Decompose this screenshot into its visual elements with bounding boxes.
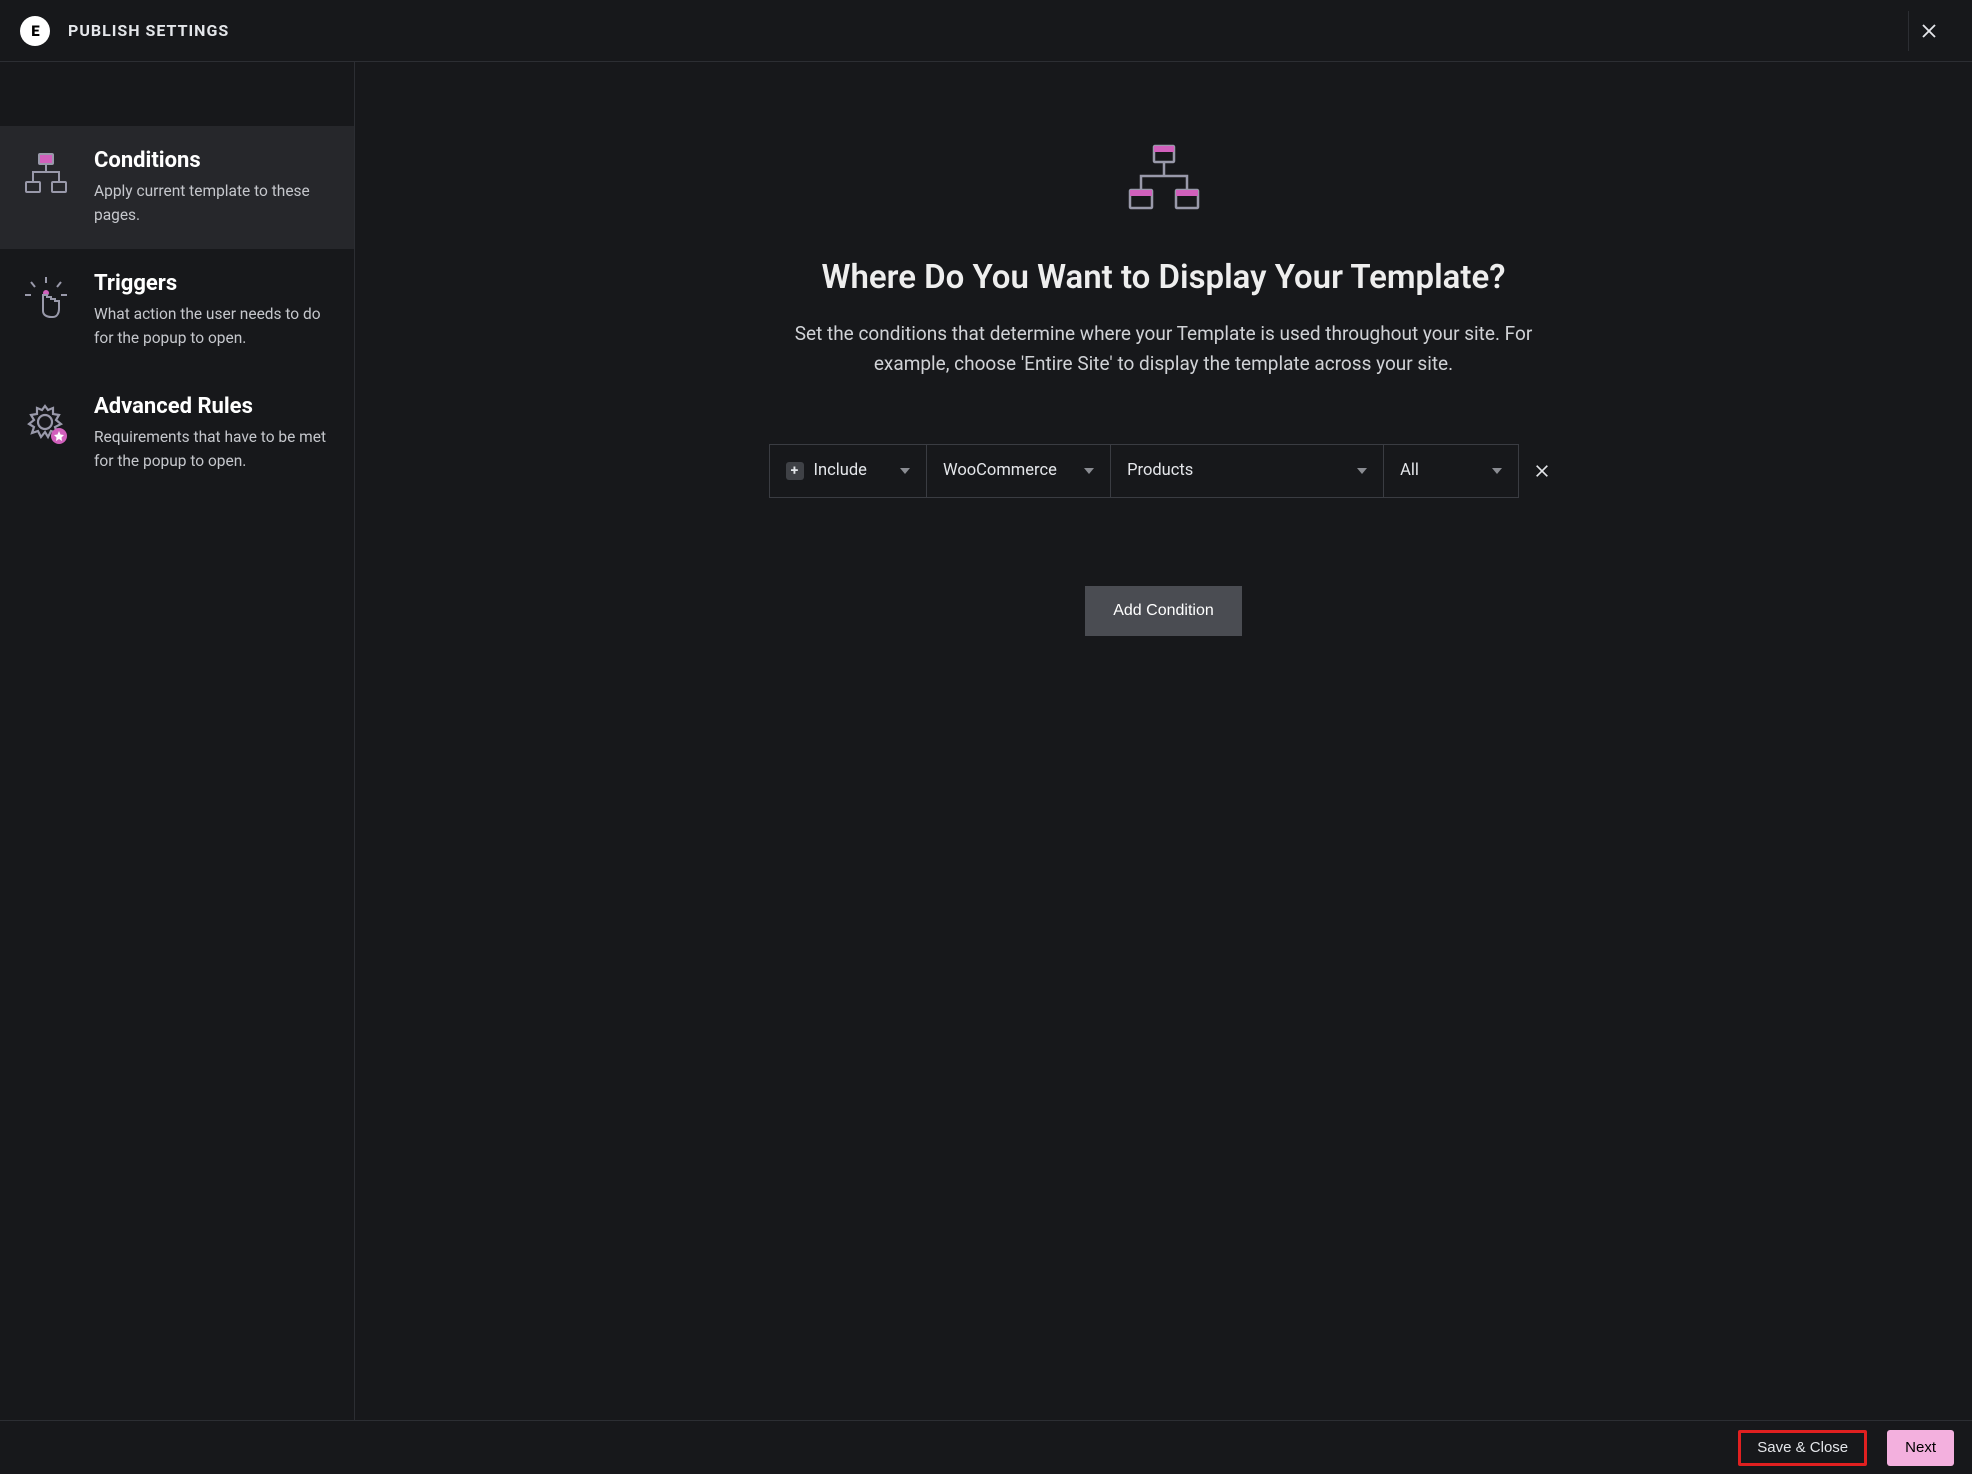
main-panel: Where Do You Want to Display Your Templa…	[355, 62, 1972, 1420]
sidebar-item-desc: Requirements that have to be met for the…	[94, 425, 330, 473]
sidebar-text: Conditions Apply current template to the…	[94, 148, 330, 227]
condition-source-label: WooCommerce	[943, 461, 1057, 480]
sidebar-text: Advanced Rules Requirements that have to…	[94, 394, 330, 473]
sidebar-item-triggers[interactable]: Triggers What action the user needs to d…	[0, 249, 354, 372]
close-icon	[1534, 463, 1550, 479]
sitemap-icon	[20, 148, 72, 196]
save-close-button[interactable]: Save & Close	[1738, 1430, 1867, 1466]
main-heading: Where Do You Want to Display Your Templa…	[821, 258, 1505, 297]
chevron-down-icon	[1492, 468, 1502, 474]
body: Conditions Apply current template to the…	[0, 62, 1972, 1420]
elementor-logo: E	[20, 16, 50, 46]
close-icon	[1920, 22, 1938, 40]
condition-mode-label: Include	[814, 461, 867, 480]
sidebar-item-title: Advanced Rules	[94, 394, 330, 419]
sidebar-item-title: Triggers	[94, 271, 330, 296]
page-title: PUBLISH SETTINGS	[68, 21, 229, 40]
condition-scope-label: All	[1400, 461, 1419, 480]
chevron-down-icon	[900, 468, 910, 474]
sidebar: Conditions Apply current template to the…	[0, 62, 355, 1420]
condition-source-select[interactable]: WooCommerce	[927, 444, 1111, 498]
chevron-down-icon	[1357, 468, 1367, 474]
condition-posttype-select[interactable]: Products	[1111, 444, 1384, 498]
sidebar-item-title: Conditions	[94, 148, 330, 173]
sidebar-text: Triggers What action the user needs to d…	[94, 271, 330, 350]
header: E PUBLISH SETTINGS	[0, 0, 1972, 62]
next-button[interactable]: Next	[1887, 1430, 1954, 1466]
hero-sitemap-icon	[1124, 142, 1204, 218]
sidebar-item-conditions[interactable]: Conditions Apply current template to the…	[0, 126, 354, 249]
sidebar-item-advanced-rules[interactable]: Advanced Rules Requirements that have to…	[0, 372, 354, 495]
condition-posttype-label: Products	[1127, 461, 1193, 480]
remove-condition-button[interactable]	[1525, 444, 1559, 498]
condition-mode-select[interactable]: + Include	[769, 444, 927, 498]
add-condition-button[interactable]: Add Condition	[1085, 586, 1242, 636]
sidebar-item-desc: Apply current template to these pages.	[94, 179, 330, 227]
plus-icon: +	[786, 462, 804, 480]
chevron-down-icon	[1084, 468, 1094, 474]
footer: Save & Close Next	[0, 1420, 1972, 1474]
close-button[interactable]	[1908, 11, 1948, 51]
gear-star-icon	[20, 394, 72, 448]
condition-scope-select[interactable]: All	[1384, 444, 1519, 498]
header-left: E PUBLISH SETTINGS	[20, 16, 229, 46]
sidebar-item-desc: What action the user needs to do for the…	[94, 302, 330, 350]
trigger-icon	[20, 271, 72, 325]
condition-row: + Include WooCommerce Products All	[769, 444, 1559, 498]
main-description: Set the conditions that determine where …	[774, 319, 1554, 380]
